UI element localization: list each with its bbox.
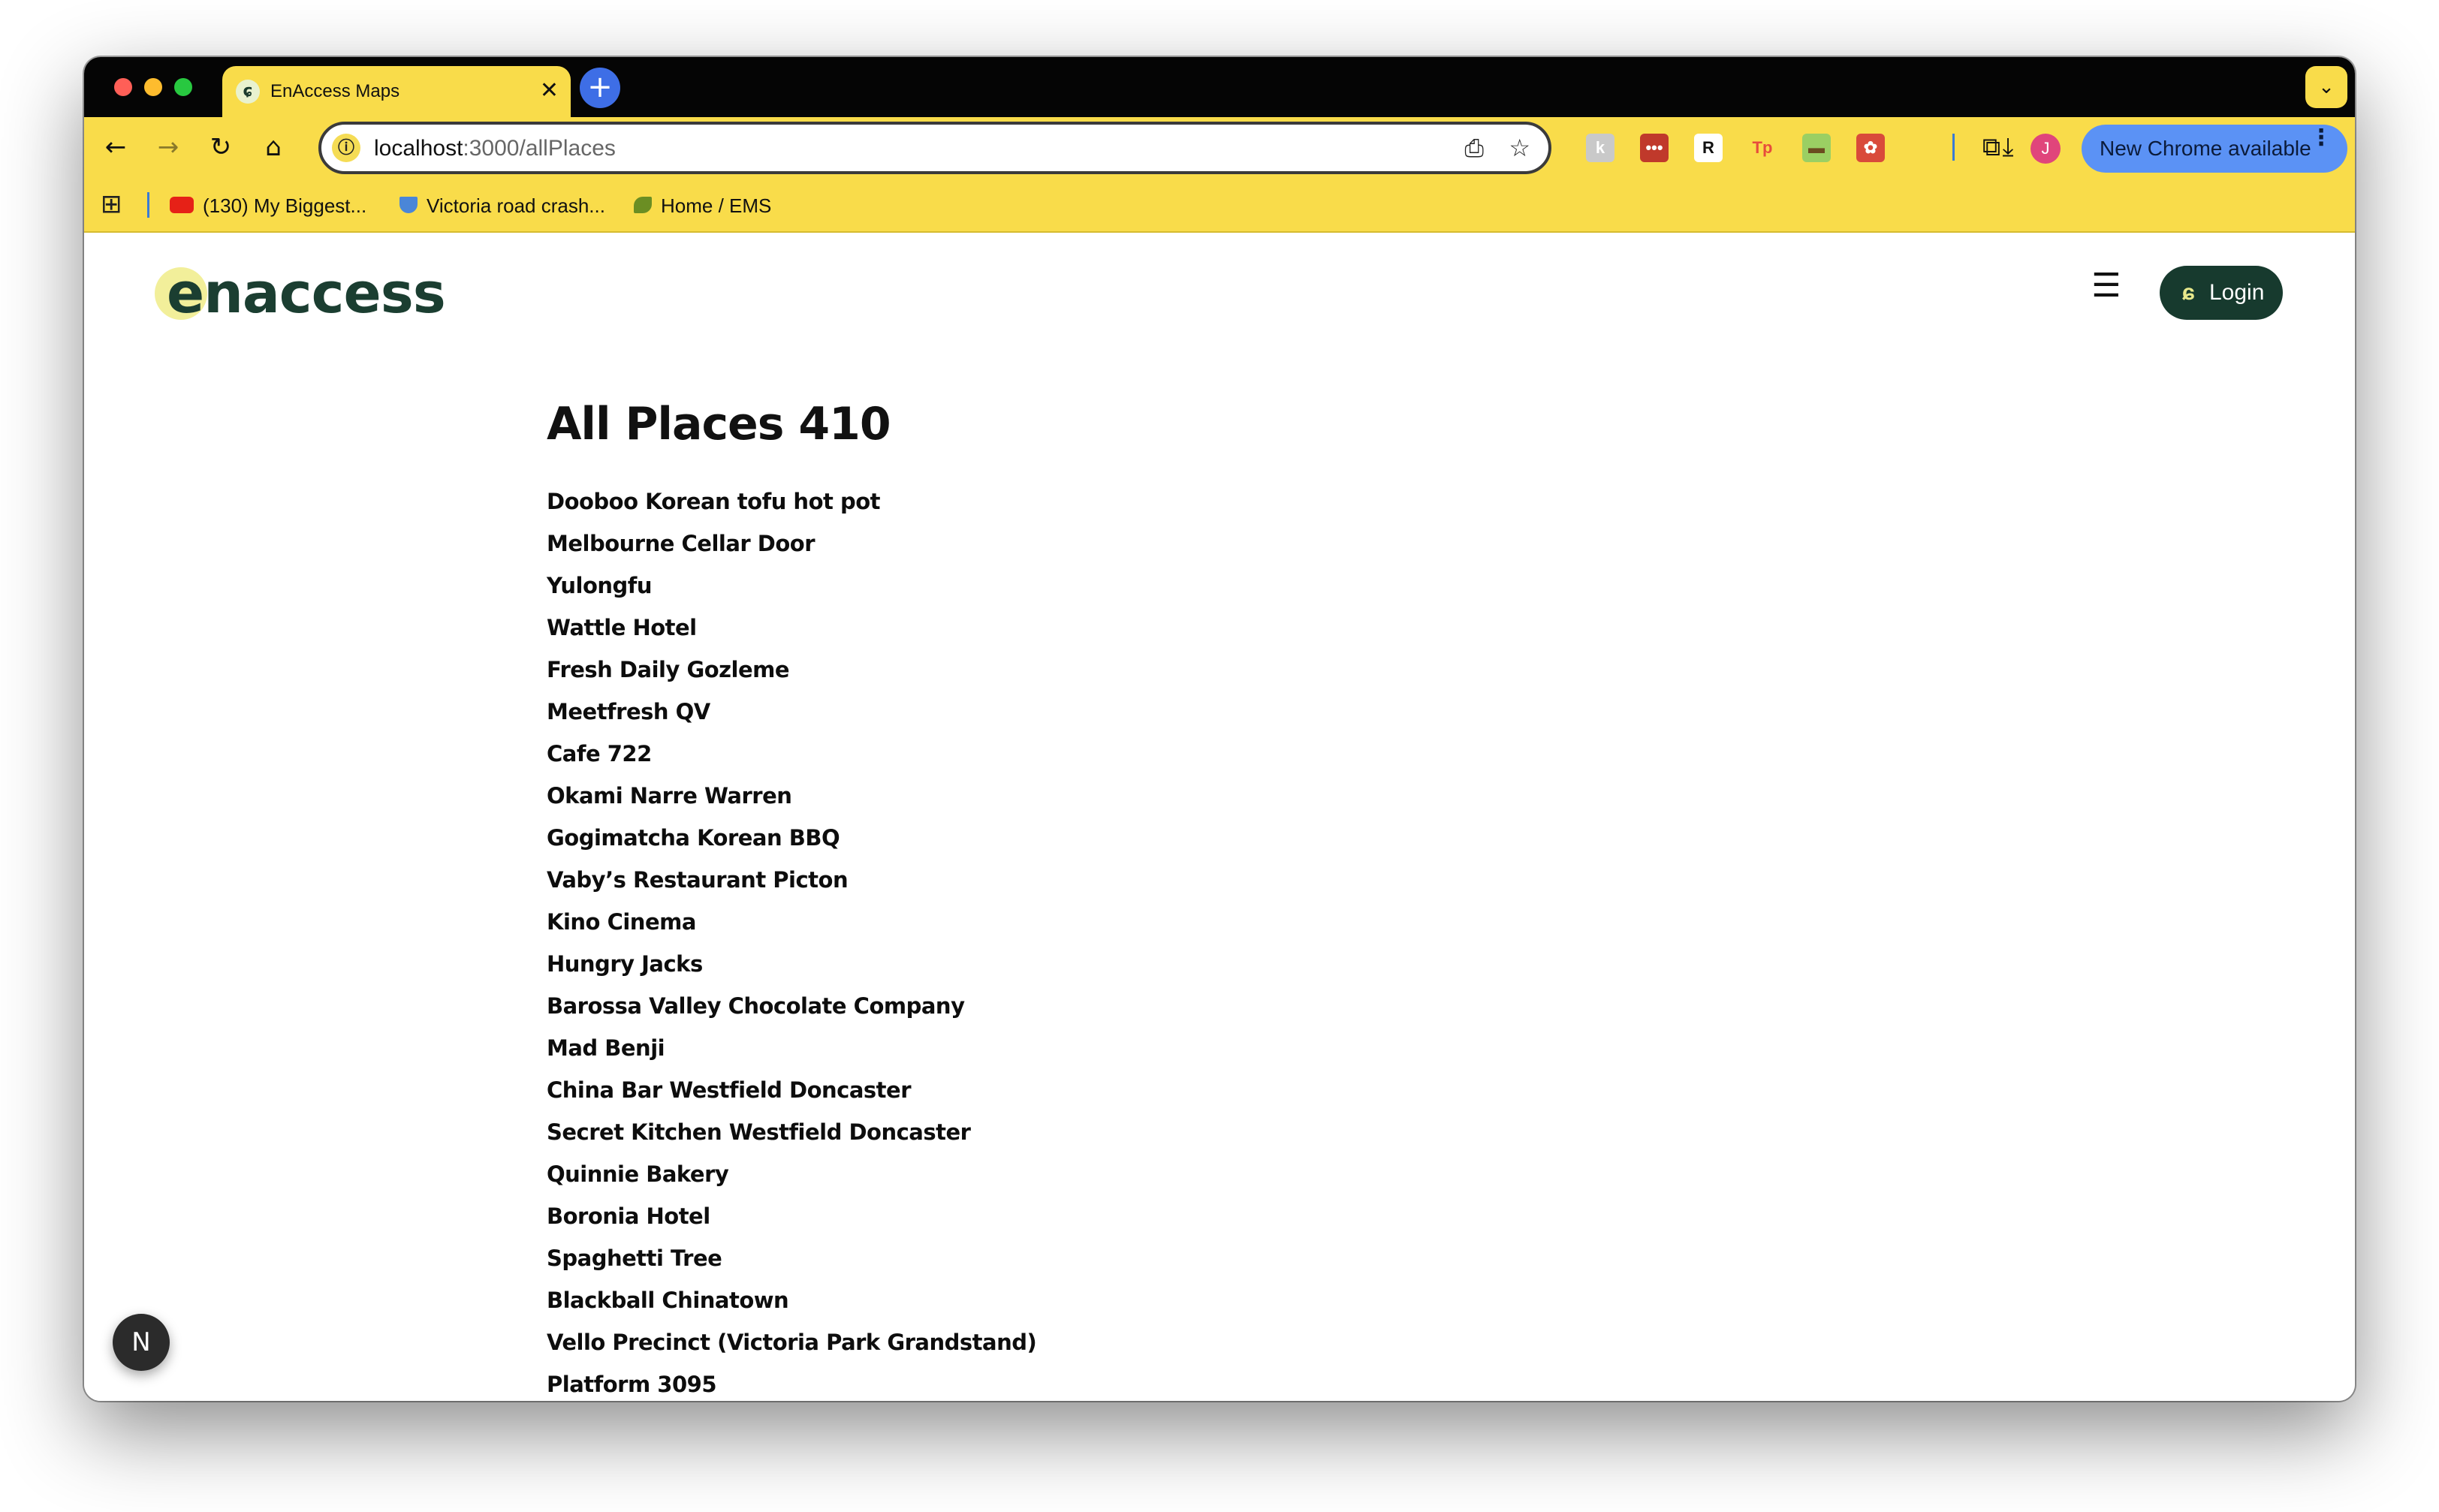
site-info-icon[interactable]: ⓘ: [332, 134, 360, 162]
url-host: localhost: [374, 136, 463, 161]
install-app-icon[interactable]: ⎙: [1464, 134, 1484, 162]
toolbar-separator: [1952, 134, 1955, 161]
reload-icon[interactable]: ↻: [204, 131, 237, 164]
browser-window: ɕ EnAccess Maps ✕ + ⌄ ← → ↻ ⌂ ⓘ localhos…: [84, 57, 2355, 1401]
extension-1-icon[interactable]: k: [1586, 134, 1614, 162]
bookmarks-bar: ⊞ (130) My Biggest... Victoria road cras…: [84, 177, 2355, 233]
hamburger-menu-icon[interactable]: ☰: [2088, 267, 2125, 305]
place-item[interactable]: Meetfresh QV: [547, 698, 1036, 740]
place-item[interactable]: Boronia Hotel: [547, 1203, 1036, 1245]
page-title: All Places 410: [547, 398, 891, 450]
profile-avatar[interactable]: J: [2030, 134, 2061, 164]
address-bar[interactable]: ⓘ localhost:3000/allPlaces ⎙ ☆: [318, 122, 1551, 174]
extension-6-icon[interactable]: ✿: [1856, 134, 1885, 162]
close-window-button[interactable]: [114, 78, 132, 96]
bookmark-label: Home / EMS: [661, 194, 772, 217]
home-icon[interactable]: ⌂: [257, 131, 290, 164]
new-chrome-available-button[interactable]: New Chrome available ⋮: [2082, 125, 2347, 173]
tab-close-icon[interactable]: ✕: [540, 78, 559, 104]
bookmark-item-0[interactable]: (130) My Biggest...: [170, 192, 366, 219]
url-text[interactable]: localhost:3000/allPlaces: [374, 137, 616, 161]
tab-strip: ɕ EnAccess Maps ✕ + ⌄: [84, 57, 2355, 117]
tab-enaccess-maps[interactable]: ɕ EnAccess Maps ✕: [222, 66, 571, 117]
place-item[interactable]: Hungry Jacks: [547, 950, 1036, 992]
leaf-icon: [634, 197, 652, 214]
place-item[interactable]: Quinnie Bakery: [547, 1161, 1036, 1203]
page-content: enaccess ☰ ɕ Login All Places 410 Dooboo …: [84, 234, 2355, 1401]
more-options-icon[interactable]: ⋮: [2310, 125, 2332, 151]
logo-text: enaccess: [167, 261, 446, 326]
place-item[interactable]: Wattle Hotel: [547, 614, 1036, 656]
bookmarks-separator: [147, 192, 149, 218]
place-item[interactable]: Okami Narre Warren: [547, 782, 1036, 824]
bookmark-label: (130) My Biggest...: [203, 194, 367, 217]
login-button[interactable]: ɕ Login: [2160, 266, 2283, 320]
extension-3-icon[interactable]: R: [1694, 134, 1723, 162]
maximize-window-button[interactable]: [174, 78, 192, 96]
bookmark-star-icon[interactable]: ☆: [1509, 134, 1530, 162]
bookmark-item-1[interactable]: Victoria road crash...: [399, 192, 605, 219]
login-label: Login: [2209, 280, 2265, 305]
place-item[interactable]: Yulongfu: [547, 572, 1036, 614]
bookmark-item-2[interactable]: Home / EMS: [634, 192, 771, 219]
place-item[interactable]: Blackball Chinatown: [547, 1287, 1036, 1329]
apps-grid-icon[interactable]: ⊞: [101, 191, 122, 218]
minimize-window-button[interactable]: [144, 78, 162, 96]
place-item[interactable]: Vello Precinct (Victoria Park Grandstand…: [547, 1329, 1037, 1371]
downloads-icon[interactable]: ⤓: [1991, 131, 2024, 164]
place-item[interactable]: Gogimatcha Korean BBQ: [547, 824, 1036, 866]
enaccess-favicon-icon: ɕ: [236, 80, 260, 104]
bookmark-label: Victoria road crash...: [427, 194, 605, 217]
update-label: New Chrome available: [2100, 137, 2311, 160]
enaccess-login-icon: ɕ: [2182, 280, 2195, 305]
place-item[interactable]: Dooboo Korean tofu hot pot: [547, 488, 1036, 530]
url-path: :3000/allPlaces: [463, 136, 616, 161]
back-arrow-icon[interactable]: ←: [99, 131, 132, 164]
enaccess-logo[interactable]: enaccess: [155, 261, 470, 329]
place-item[interactable]: Vaby’s Restaurant Picton: [547, 866, 1036, 908]
place-item[interactable]: China Bar Westfield Doncaster: [547, 1077, 1036, 1119]
place-item[interactable]: Kino Cinema: [547, 908, 1036, 950]
place-item[interactable]: Fresh Daily Gozleme: [547, 656, 1036, 698]
place-item[interactable]: Spaghetti Tree: [547, 1245, 1036, 1287]
tab-title: EnAccess Maps: [270, 81, 400, 101]
shield-icon: [399, 197, 418, 214]
place-item[interactable]: Cafe 722: [547, 740, 1036, 782]
forward-arrow-icon[interactable]: →: [152, 131, 185, 164]
place-item[interactable]: Barossa Valley Chocolate Company: [547, 992, 1036, 1035]
extension-5-icon[interactable]: ▬: [1802, 134, 1831, 162]
new-tab-button[interactable]: +: [580, 68, 620, 108]
nextjs-dev-badge[interactable]: N: [113, 1314, 170, 1371]
place-item[interactable]: Mad Benji: [547, 1035, 1036, 1077]
place-item[interactable]: Platform 3095: [547, 1371, 1036, 1401]
place-item[interactable]: Secret Kitchen Westfield Doncaster: [547, 1119, 1036, 1161]
place-item[interactable]: Melbourne Cellar Door: [547, 530, 1036, 572]
youtube-icon: [170, 197, 194, 214]
tab-search-button[interactable]: ⌄: [2305, 66, 2347, 108]
browser-toolbar: ← → ↻ ⌂ ⓘ localhost:3000/allPlaces ⎙ ☆ k…: [84, 117, 2355, 177]
extension-2-icon[interactable]: •••: [1640, 134, 1669, 162]
extension-4-icon[interactable]: Tp: [1748, 134, 1777, 162]
places-list: Dooboo Korean tofu hot pot Melbourne Cell…: [547, 488, 1037, 1401]
